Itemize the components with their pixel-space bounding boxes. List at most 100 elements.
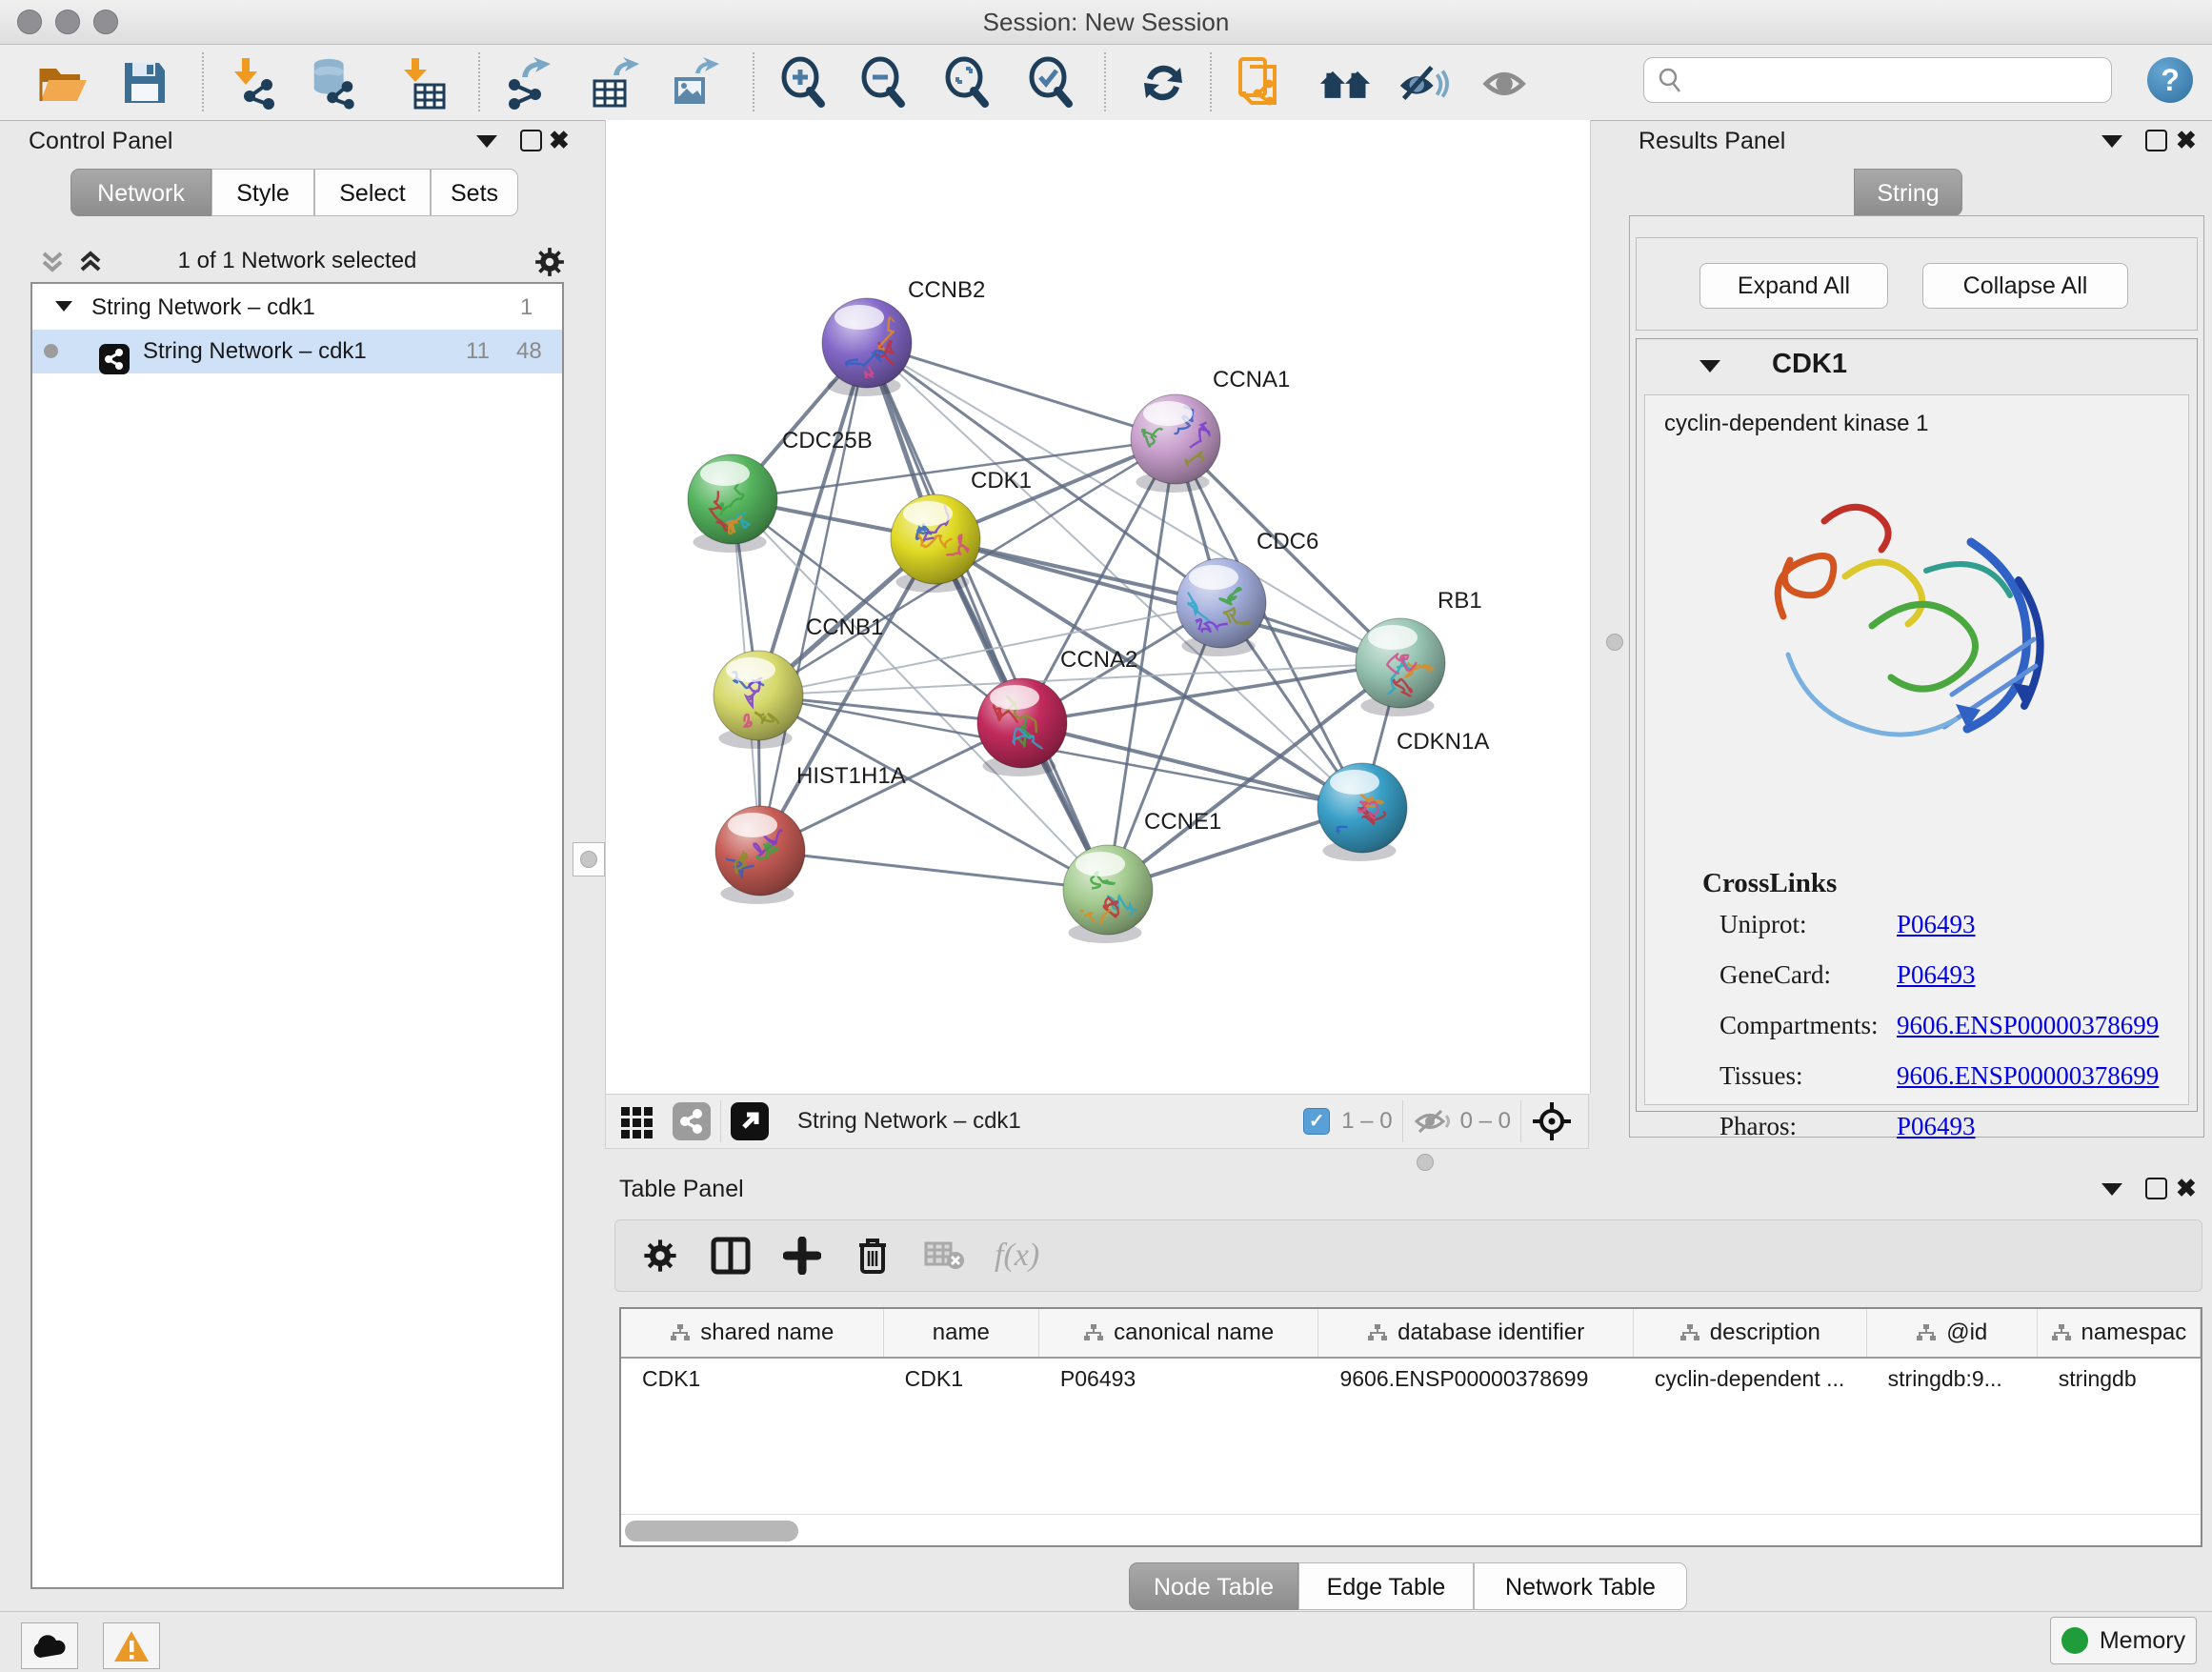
collapse-all-button[interactable]: Collapse All: [1922, 263, 2128, 309]
network-from-selection-button[interactable]: [1235, 56, 1288, 110]
show-hide-annotations-button[interactable]: [1480, 56, 1534, 110]
first-neighbors-button[interactable]: [1318, 56, 1372, 110]
horizontal-scrollbar-thumb[interactable]: [625, 1521, 798, 1541]
bottom-splitter-handle[interactable]: [1417, 1154, 1434, 1171]
control-panel-close-icon[interactable]: ✖: [549, 130, 570, 151]
node-ccna1[interactable]: [1131, 394, 1225, 493]
node-cdk1[interactable]: [891, 494, 980, 593]
edge-ccnb2-ccna1[interactable]: [867, 343, 1176, 439]
results-panel-maximize-icon[interactable]: [2145, 130, 2167, 151]
table-panel-close-icon[interactable]: ✖: [2176, 1178, 2197, 1199]
export-network-button[interactable]: [503, 56, 556, 110]
tab-style[interactable]: Style: [211, 169, 314, 216]
zoom-in-button[interactable]: [777, 56, 831, 110]
open-session-button[interactable]: [36, 56, 90, 110]
node-cdkn1a[interactable]: [1317, 763, 1407, 861]
column-header-shared-name[interactable]: shared name: [621, 1309, 884, 1357]
results-panel-close-icon[interactable]: ✖: [2176, 130, 2197, 151]
node-cdc25b[interactable]: [688, 454, 777, 553]
table-panel-maximize-icon[interactable]: [2145, 1178, 2167, 1199]
network-canvas[interactable]: CCNB2CCNA1CDC25BCDK1CDC6RB1CCNB1CCNA2CDK…: [605, 120, 1591, 1094]
selected-checkbox-icon[interactable]: ✓: [1303, 1108, 1330, 1135]
node-table[interactable]: shared namenamecanonical namedatabase id…: [619, 1307, 2202, 1547]
tab-node-table[interactable]: Node Table: [1129, 1562, 1298, 1610]
crosslink-value-link[interactable]: P06493: [1897, 910, 1976, 939]
table-cell[interactable]: stringdb: [2038, 1359, 2201, 1399]
edge-ccnb2-ccnb1[interactable]: [758, 343, 867, 695]
column-header-namespac[interactable]: namespac: [2038, 1309, 2201, 1357]
create-column-plus-icon[interactable]: [783, 1237, 821, 1275]
table-options-gear-icon[interactable]: [642, 1238, 678, 1274]
edge-ccnb2-ccne1[interactable]: [867, 343, 1108, 890]
show-columns-icon[interactable]: [711, 1237, 751, 1275]
import-network-from-database-button[interactable]: [307, 56, 360, 110]
node-ccnb1[interactable]: [714, 651, 803, 751]
crosslink-value-link[interactable]: 9606.ENSP00000378699: [1897, 1011, 2159, 1040]
table-header-row: shared namenamecanonical namedatabase id…: [621, 1309, 2201, 1359]
save-session-button[interactable]: [118, 56, 171, 110]
export-image-button[interactable]: [667, 56, 720, 110]
zoom-out-button[interactable]: [857, 56, 911, 110]
edge-hist1h1a-ccne1[interactable]: [760, 851, 1108, 890]
birds-eye-view-icon[interactable]: [1531, 1100, 1573, 1142]
node-ccne1[interactable]: [1063, 845, 1153, 943]
table-cell[interactable]: stringdb:9...: [1867, 1359, 2038, 1399]
open-in-window-icon[interactable]: [731, 1102, 769, 1140]
tab-network[interactable]: Network: [70, 169, 211, 216]
memory-button[interactable]: Memory: [2050, 1617, 2197, 1664]
node-hist1h1a[interactable]: [714, 806, 805, 904]
table-cell[interactable]: CDK1: [621, 1359, 884, 1399]
tab-edge-table[interactable]: Edge Table: [1298, 1562, 1474, 1610]
table-panel-float-icon[interactable]: [2101, 1183, 2122, 1196]
network-row-selected[interactable]: String Network – cdk1 11 48: [32, 330, 562, 373]
cloud-button[interactable]: [21, 1622, 78, 1669]
refresh-network-button[interactable]: [1136, 56, 1190, 110]
node-ccnb2[interactable]: [822, 298, 912, 396]
protein-name: CDK1: [1772, 349, 1847, 380]
control-panel-maximize-icon[interactable]: [520, 130, 542, 151]
tab-network-table[interactable]: Network Table: [1474, 1562, 1687, 1610]
network-graph[interactable]: CCNB2CCNA1CDC25BCDK1CDC6RB1CCNB1CCNA2CDK…: [606, 120, 1590, 1094]
control-panel-float-icon[interactable]: [476, 135, 497, 148]
network-badge-icon[interactable]: [673, 1102, 711, 1140]
expand-all-button[interactable]: Expand All: [1699, 263, 1888, 309]
zoom-fit-content-button[interactable]: [941, 56, 995, 110]
network-collection-row[interactable]: String Network – cdk1 1: [32, 286, 562, 330]
search-box[interactable]: [1643, 57, 2112, 103]
collection-expand-icon[interactable]: [55, 301, 72, 312]
table-cell[interactable]: 9606.ENSP00000378699: [1318, 1359, 1633, 1399]
tab-select[interactable]: Select: [314, 169, 431, 216]
table-cell[interactable]: cyclin-dependent ...: [1634, 1359, 1867, 1399]
node-cdc6[interactable]: [1176, 558, 1266, 656]
tab-string[interactable]: String: [1854, 169, 1962, 216]
column-header-description[interactable]: description: [1634, 1309, 1867, 1357]
column-header-@id[interactable]: @id: [1867, 1309, 2038, 1357]
grid-view-icon[interactable]: [619, 1103, 655, 1139]
column-header-canonical-name[interactable]: canonical name: [1039, 1309, 1319, 1357]
help-button[interactable]: ?: [2147, 57, 2193, 103]
edge-cdk1-rb1[interactable]: [935, 539, 1400, 663]
network-options-gear-icon[interactable]: [533, 246, 566, 278]
delete-column-trash-icon[interactable]: [855, 1236, 890, 1276]
node-rb1[interactable]: [1356, 618, 1445, 716]
protein-collapse-icon[interactable]: [1699, 360, 1720, 373]
table-cell[interactable]: P06493: [1039, 1359, 1319, 1399]
import-table-from-file-button[interactable]: [396, 56, 450, 110]
search-input[interactable]: [1682, 66, 2086, 94]
show-hide-graphics-details-button[interactable]: [1397, 56, 1450, 110]
left-splitter-handle[interactable]: [573, 842, 605, 876]
crosslink-value-link[interactable]: P06493: [1897, 1112, 1976, 1141]
tab-sets[interactable]: Sets: [431, 169, 518, 216]
export-table-button[interactable]: [587, 56, 640, 110]
table-cell[interactable]: CDK1: [884, 1359, 1039, 1399]
import-network-from-file-button[interactable]: [227, 56, 280, 110]
table-row[interactable]: CDK1CDK1P064939606.ENSP00000378699cyclin…: [621, 1359, 2201, 1399]
crosslink-value-link[interactable]: 9606.ENSP00000378699: [1897, 1061, 2159, 1091]
crosslink-value-link[interactable]: P06493: [1897, 960, 1976, 990]
node-ccna2[interactable]: [977, 678, 1067, 776]
column-header-name[interactable]: name: [884, 1309, 1039, 1357]
results-panel-float-icon[interactable]: [2101, 135, 2122, 148]
column-header-database-identifier[interactable]: database identifier: [1318, 1309, 1633, 1357]
zoom-selected-button[interactable]: [1025, 56, 1078, 110]
warnings-button[interactable]: [103, 1622, 160, 1669]
